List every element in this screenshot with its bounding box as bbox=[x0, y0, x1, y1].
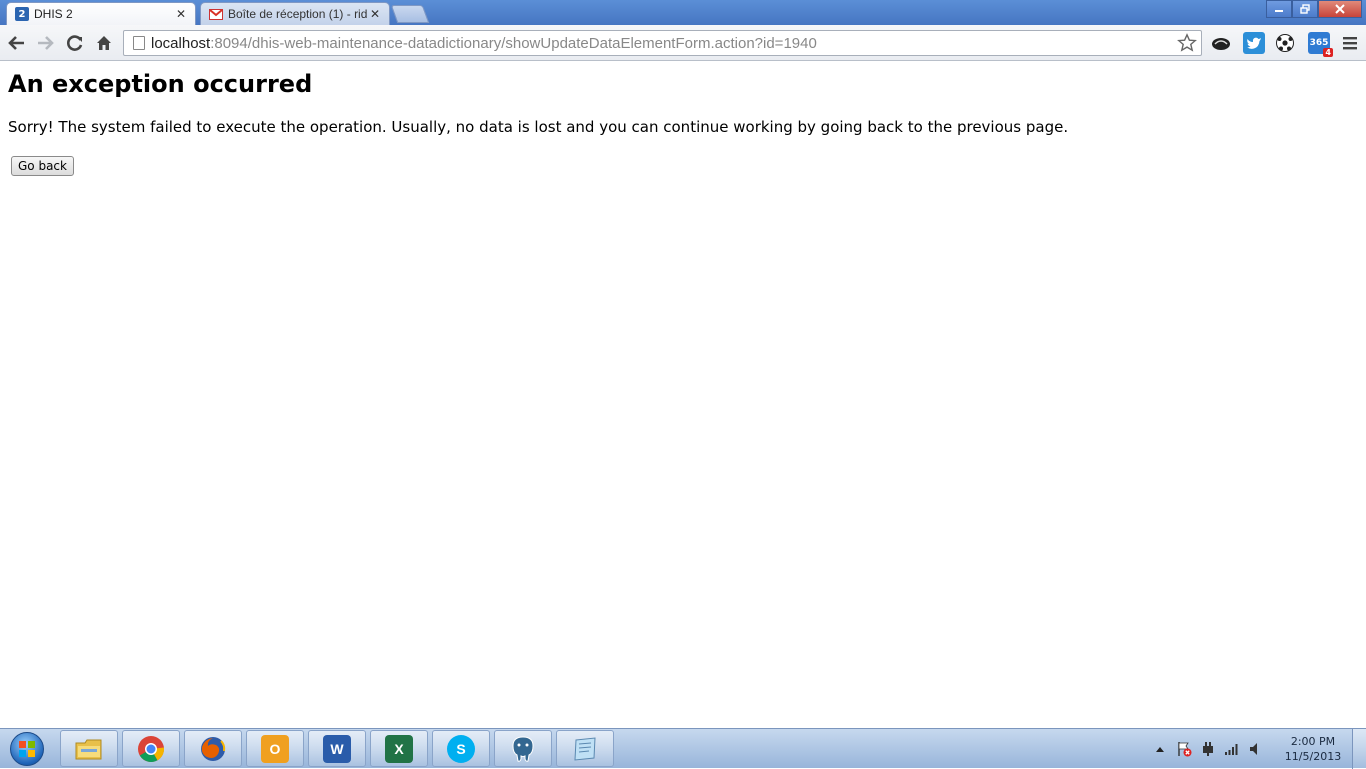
browser-toolbar: localhost:8094/dhis-web-maintenance-data… bbox=[0, 25, 1366, 61]
taskbar-outlook[interactable]: O bbox=[246, 730, 304, 767]
restore-icon[interactable] bbox=[1292, 0, 1318, 18]
cloud-icon[interactable] bbox=[1210, 32, 1232, 54]
outlook-icon: O bbox=[261, 734, 289, 763]
close-icon[interactable]: ✕ bbox=[175, 7, 187, 21]
tab-dhis2[interactable]: 2 DHIS 2 ✕ bbox=[6, 2, 196, 25]
power-plug-icon[interactable] bbox=[1200, 741, 1216, 757]
bookmark-star-icon[interactable] bbox=[1177, 33, 1197, 53]
taskbar-postgresql[interactable] bbox=[494, 730, 552, 767]
skype-label: S bbox=[456, 740, 466, 757]
firefox-icon bbox=[199, 735, 227, 763]
postgresql-icon bbox=[509, 735, 537, 763]
notification-badge: 4 bbox=[1323, 48, 1333, 57]
go-back-button[interactable]: Go back bbox=[11, 156, 74, 176]
skype-icon: S bbox=[447, 734, 475, 763]
taskbar-skype[interactable]: S bbox=[432, 730, 490, 767]
tab-title: Boîte de réception (1) - rid bbox=[228, 7, 368, 21]
twitter-icon[interactable] bbox=[1243, 32, 1265, 54]
minimize-icon[interactable] bbox=[1266, 0, 1292, 18]
clock-time: 2:00 PM bbox=[1290, 735, 1336, 748]
taskbar-excel[interactable]: X bbox=[370, 730, 428, 767]
calendar-365-icon[interactable]: 365 4 bbox=[1308, 32, 1333, 57]
clock[interactable]: 2:00 PM 11/5/2013 bbox=[1278, 734, 1348, 764]
new-tab-button[interactable] bbox=[390, 5, 430, 23]
network-signal-icon[interactable] bbox=[1224, 741, 1240, 757]
outlook-label: O bbox=[269, 740, 281, 757]
clock-date: 11/5/2013 bbox=[1284, 750, 1342, 763]
tab-title: DHIS 2 bbox=[34, 7, 73, 21]
close-icon[interactable] bbox=[1318, 0, 1362, 18]
dhis-icon: 2 bbox=[15, 7, 29, 21]
back-icon[interactable] bbox=[5, 31, 29, 55]
taskbar: O W X S 2:00 PM 11/5/2013 bbox=[0, 728, 1366, 769]
url-text[interactable]: localhost:8094/dhis-web-maintenance-data… bbox=[151, 35, 817, 52]
tab-gmail[interactable]: Boîte de réception (1) - rid ✕ bbox=[200, 2, 390, 25]
word-label: W bbox=[330, 740, 344, 757]
show-hidden-icons-icon[interactable] bbox=[1152, 741, 1168, 757]
taskbar-notepad[interactable] bbox=[556, 730, 614, 767]
close-icon[interactable]: ✕ bbox=[369, 7, 381, 21]
reload-icon[interactable] bbox=[63, 31, 87, 55]
explorer-icon bbox=[75, 735, 103, 763]
error-message: Sorry! The system failed to execute the … bbox=[8, 118, 1069, 136]
window-controls bbox=[1266, 0, 1362, 18]
taskbar-explorer[interactable] bbox=[60, 730, 118, 767]
action-center-flag-icon[interactable] bbox=[1176, 741, 1192, 757]
system-tray: 2:00 PM 11/5/2013 bbox=[1148, 729, 1348, 769]
url-host: localhost bbox=[151, 34, 211, 52]
windows-logo-icon bbox=[10, 732, 44, 766]
calendar-label: 365 bbox=[1309, 38, 1329, 48]
tab-strip: 2 DHIS 2 ✕ Boîte de réception (1) - rid … bbox=[0, 0, 1366, 25]
menu-icon[interactable] bbox=[1339, 32, 1361, 54]
volume-icon[interactable] bbox=[1248, 741, 1264, 757]
gmail-icon bbox=[209, 7, 223, 21]
soccer-ball-icon[interactable] bbox=[1274, 32, 1296, 54]
forward-icon[interactable] bbox=[33, 31, 57, 55]
page-icon bbox=[133, 36, 145, 50]
address-bar[interactable]: localhost:8094/dhis-web-maintenance-data… bbox=[123, 30, 1202, 56]
url-path: :8094/dhis-web-maintenance-datadictionar… bbox=[210, 34, 817, 52]
word-icon: W bbox=[323, 734, 351, 763]
excel-label: X bbox=[394, 740, 404, 757]
page-content: An exception occurred Sorry! The system … bbox=[8, 70, 1358, 176]
start-button[interactable] bbox=[4, 730, 50, 768]
excel-icon: X bbox=[385, 734, 413, 763]
taskbar-firefox[interactable] bbox=[184, 730, 242, 767]
notepad-icon bbox=[571, 735, 599, 763]
home-icon[interactable] bbox=[92, 31, 116, 55]
taskbar-chrome[interactable] bbox=[122, 730, 180, 767]
taskbar-word[interactable]: W bbox=[308, 730, 366, 767]
page-title: An exception occurred bbox=[8, 70, 313, 98]
show-desktop-button[interactable] bbox=[1352, 729, 1366, 769]
chrome-icon bbox=[137, 735, 165, 763]
